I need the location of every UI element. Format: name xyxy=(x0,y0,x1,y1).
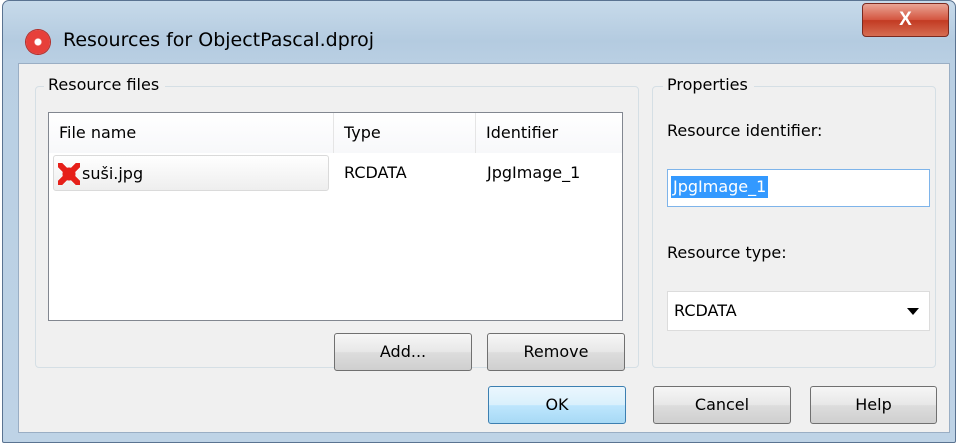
resource-files-group: Resource files File name Type Identifier… xyxy=(35,75,639,371)
resource-identifier-input[interactable]: JpgImage_1 xyxy=(667,169,930,207)
properties-group-label: Properties xyxy=(663,75,754,94)
ok-button[interactable]: OK xyxy=(488,386,626,424)
type-cell: RCDATA xyxy=(344,163,407,182)
resource-identifier-label: Resource identifier: xyxy=(667,121,823,140)
add-button[interactable]: Add... xyxy=(334,333,472,371)
chevron-down-icon xyxy=(907,308,919,315)
add-button-label: Add... xyxy=(379,342,427,361)
list-header: File name Type Identifier xyxy=(49,113,622,153)
resource-identifier-value: JpgImage_1 xyxy=(671,176,769,198)
column-header-type[interactable]: Type xyxy=(334,113,476,153)
resource-type-select[interactable]: RCDATA xyxy=(667,291,930,331)
resource-files-group-label: Resource files xyxy=(44,75,166,94)
file-name-cell[interactable]: suši.jpg xyxy=(53,155,329,191)
remove-button-label: Remove xyxy=(523,342,589,361)
properties-group: Properties Resource identifier: JpgImage… xyxy=(652,75,936,368)
resource-type-label: Resource type: xyxy=(667,243,787,262)
close-button[interactable]: X xyxy=(862,3,949,37)
file-name-text: suši.jpg xyxy=(82,164,144,183)
dialog-window: Resources for ObjectPascal.dproj X Resou… xyxy=(2,0,956,443)
column-header-identifier[interactable]: Identifier xyxy=(476,113,622,153)
remove-button[interactable]: Remove xyxy=(487,333,625,371)
table-row[interactable]: suši.jpg RCDATA JpgImage_1 xyxy=(49,155,622,191)
resource-list[interactable]: File name Type Identifier suši.jpg RCDAT… xyxy=(48,112,623,321)
resource-type-value: RCDATA xyxy=(674,301,737,320)
identifier-cell: JpgImage_1 xyxy=(487,163,581,182)
window-title: Resources for ObjectPascal.dproj xyxy=(63,29,375,51)
help-button[interactable]: Help xyxy=(810,386,937,424)
title-bar[interactable]: Resources for ObjectPascal.dproj X xyxy=(3,1,955,63)
app-icon xyxy=(26,30,50,54)
column-header-file-name[interactable]: File name xyxy=(49,113,334,153)
dialog-client-area: Resource files File name Type Identifier… xyxy=(18,63,950,433)
red-splat-file-icon xyxy=(58,163,80,185)
cancel-button[interactable]: Cancel xyxy=(653,386,791,424)
